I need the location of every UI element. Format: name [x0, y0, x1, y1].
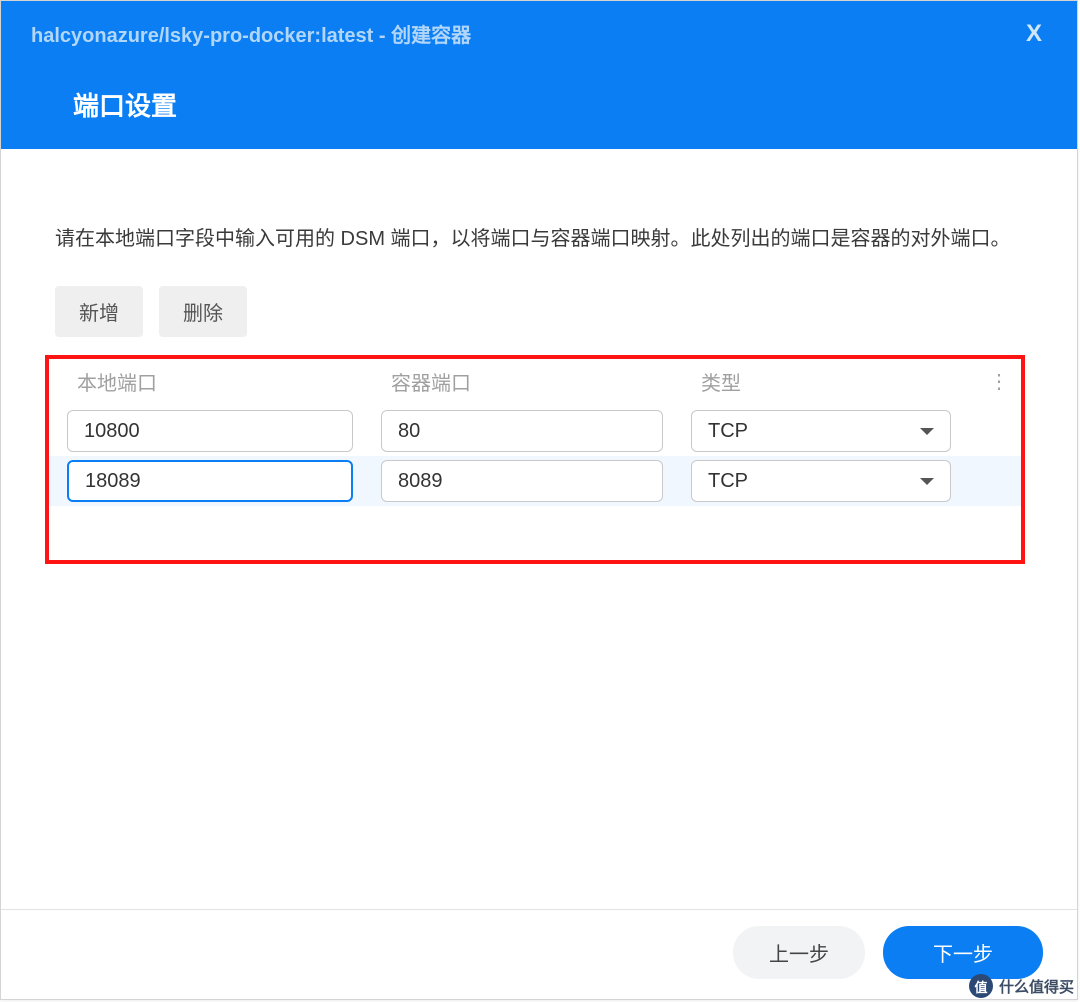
modal-header: halcyonazure/lsky-pro-docker:latest - 创建… [1, 1, 1077, 149]
type-value: TCP [708, 470, 748, 493]
col-header-local-port: 本地端口 [49, 367, 363, 396]
cell-container-port [363, 460, 673, 502]
modal-footer: 上一步 下一步 [1, 909, 1077, 999]
description-text: 请在本地端口字段中输入可用的 DSM 端口，以将端口与容器端口映射。此处列出的端… [55, 221, 1023, 258]
type-select[interactable]: TCP [691, 460, 951, 502]
watermark-text: 什么值得买 [999, 976, 1074, 997]
modal-title: halcyonazure/lsky-pro-docker:latest - 创建… [31, 19, 1047, 48]
chevron-down-icon [920, 428, 934, 435]
table-body: TCP TCP [49, 406, 1021, 506]
type-select[interactable]: TCP [691, 410, 951, 452]
section-title: 端口设置 [73, 86, 1047, 123]
modal-body: 请在本地端口字段中输入可用的 DSM 端口，以将端口与容器端口映射。此处列出的端… [1, 149, 1077, 909]
table-row[interactable]: TCP [49, 406, 1021, 456]
local-port-input[interactable] [67, 410, 353, 452]
action-buttons: 新增 删除 [55, 286, 1023, 337]
create-container-modal: halcyonazure/lsky-pro-docker:latest - 创建… [0, 0, 1078, 1000]
cell-local-port [49, 460, 363, 502]
table-header-row: 本地端口 容器端口 类型 ⋮ [49, 359, 1021, 406]
close-icon[interactable]: X [1021, 23, 1047, 49]
add-button[interactable]: 新增 [55, 286, 143, 337]
local-port-input[interactable] [67, 460, 353, 502]
cell-local-port [49, 410, 363, 452]
container-port-input[interactable] [381, 410, 663, 452]
col-header-type: 类型 [673, 367, 953, 396]
chevron-down-icon [920, 478, 934, 485]
col-header-container-port: 容器端口 [363, 367, 673, 396]
watermark: 值 什么值得买 [969, 974, 1074, 998]
cell-type: TCP [673, 460, 961, 502]
watermark-badge-icon: 值 [969, 974, 993, 998]
cell-container-port [363, 410, 673, 452]
table-row[interactable]: TCP [49, 456, 1021, 506]
port-table-highlight: 本地端口 容器端口 类型 ⋮ TCP TCP [45, 355, 1025, 564]
prev-button[interactable]: 上一步 [733, 926, 865, 979]
more-options-icon[interactable]: ⋮ [989, 369, 1007, 394]
next-button[interactable]: 下一步 [883, 926, 1043, 979]
container-port-input[interactable] [381, 460, 663, 502]
type-value: TCP [708, 420, 748, 443]
delete-button[interactable]: 删除 [159, 286, 247, 337]
cell-type: TCP [673, 410, 961, 452]
